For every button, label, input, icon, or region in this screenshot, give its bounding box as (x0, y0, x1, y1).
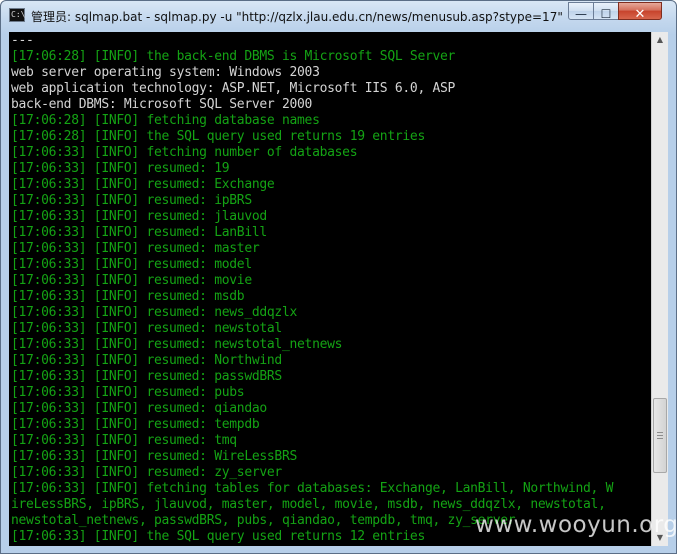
scroll-thumb[interactable] (653, 398, 667, 474)
scroll-up-arrow-icon[interactable]: ▲ (652, 32, 668, 48)
console-line: [17:06:33] [INFO] resumed: qiandao (11, 401, 267, 416)
console-line: [17:06:33] [INFO] resumed: pubs (11, 385, 245, 400)
minimize-icon: — (575, 7, 587, 21)
console-line: [17:06:33] [INFO] resumed: LanBill (11, 225, 267, 240)
console-line: [17:06:28] [INFO] fetching database name… (11, 113, 320, 128)
console-line: back-end DBMS: Microsoft SQL Server 2000 (11, 97, 313, 112)
console-line: [17:06:33] [INFO] resumed: tempdb (11, 417, 260, 432)
console-line: [17:06:33] [INFO] resumed: passwdBRS (11, 369, 282, 384)
console-line: [17:06:33] [INFO] fetching tables for da… (11, 481, 614, 496)
console-line: [17:06:33] [INFO] resumed: jlauvod (11, 209, 267, 224)
thumb-grip (657, 438, 663, 440)
maximize-button[interactable]: ☐ (593, 2, 619, 21)
console-line: [17:06:33] [INFO] resumed: WireLessBRS (11, 449, 298, 464)
console-line: [17:06:33] [INFO] resumed: 19 (11, 161, 230, 176)
console-line: [17:06:28] [INFO] the SQL query used ret… (11, 129, 425, 144)
console-line: [17:06:33] [INFO] resumed: news_ddqzlx (11, 305, 298, 320)
console-output[interactable]: --- [17:06:28] [INFO] the back-end DBMS i… (9, 32, 651, 546)
console-line: [17:06:33] [INFO] fetching number of dat… (11, 145, 358, 160)
close-button[interactable]: ✕ (618, 2, 662, 22)
maximize-icon: ☐ (600, 7, 612, 21)
console-line: --- (11, 33, 34, 48)
console-line: newstotal_netnews, passwdBRS, pubs, qian… (11, 513, 516, 528)
console-line: [17:06:33] [INFO] resumed: newstotal_net… (11, 337, 343, 352)
console-line: [17:06:33] [INFO] resumed: ipBRS (11, 193, 252, 208)
title-bar[interactable]: C:\ 管理员: sqlmap.bat - sqlmap.py -u "http… (1, 1, 676, 31)
console-line: [17:06:33] [INFO] resumed: tmq (11, 433, 237, 448)
console-line: [17:06:33] [INFO] resumed: Northwind (11, 353, 282, 368)
console-app-icon[interactable]: C:\ (9, 8, 25, 22)
console-line: [17:06:33] [INFO] resumed: zy_server (11, 465, 282, 480)
minimize-button[interactable]: — (568, 2, 594, 21)
console-line: [17:06:33] [INFO] resumed: master (11, 241, 260, 256)
window-title: 管理员: sqlmap.bat - sqlmap.py -u "http://q… (31, 10, 563, 24)
vertical-scrollbar[interactable]: ▲ ▼ (651, 32, 668, 546)
console-line: ireLessBRS, ipBRS, jlauvod, master, mode… (11, 497, 614, 512)
console-window: C:\ 管理员: sqlmap.bat - sqlmap.py -u "http… (0, 0, 677, 554)
console-line: [17:06:33] [INFO] resumed: movie (11, 273, 252, 288)
console-line: [17:06:28] [INFO] the back-end DBMS is M… (11, 49, 456, 64)
watermark: www.wooyun.org (475, 512, 677, 538)
thumb-grip (657, 432, 663, 434)
console-line: [17:06:33] [INFO] resumed: msdb (11, 289, 245, 304)
thumb-grip (657, 435, 663, 437)
console-line: [17:06:33] [INFO] resumed: newstotal (11, 321, 282, 336)
console-line: web application technology: ASP.NET, Mic… (11, 81, 456, 96)
console-line: [17:06:33] [INFO] resumed: Exchange (11, 177, 275, 192)
console-line: [17:06:33] [INFO] resumed: model (11, 257, 252, 272)
close-icon: ✕ (634, 7, 646, 22)
console-line: web server operating system: Windows 200… (11, 65, 320, 80)
console-line: [17:06:33] [INFO] the SQL query used ret… (11, 529, 425, 544)
